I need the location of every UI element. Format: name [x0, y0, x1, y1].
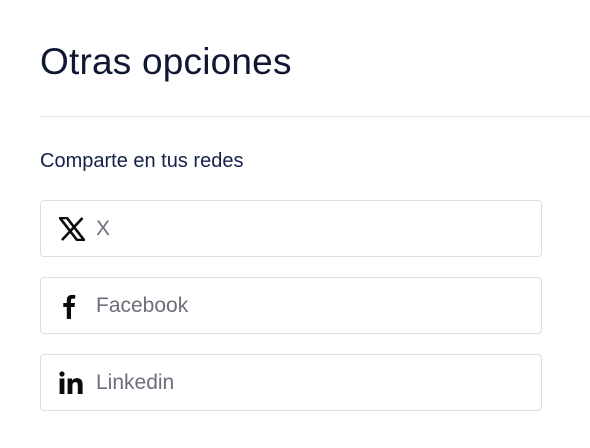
share-label-linkedin: Linkedin	[96, 370, 175, 394]
share-button-linkedin[interactable]: Linkedin	[40, 354, 542, 411]
share-button-x[interactable]: X	[40, 200, 542, 257]
share-options-list: X Facebook Linkedin	[40, 200, 542, 411]
section-title: Otras opciones	[40, 41, 292, 82]
share-label-facebook: Facebook	[96, 293, 189, 317]
divider	[40, 116, 590, 117]
other-options-panel: Otras opciones Comparte en tus redes X F…	[0, 0, 590, 448]
share-heading: Comparte en tus redes	[40, 150, 244, 172]
linkedin-icon	[59, 369, 87, 397]
facebook-icon	[59, 292, 87, 320]
share-button-facebook[interactable]: Facebook	[40, 277, 542, 334]
x-logo-icon	[59, 215, 87, 243]
share-label-x: X	[96, 216, 111, 240]
